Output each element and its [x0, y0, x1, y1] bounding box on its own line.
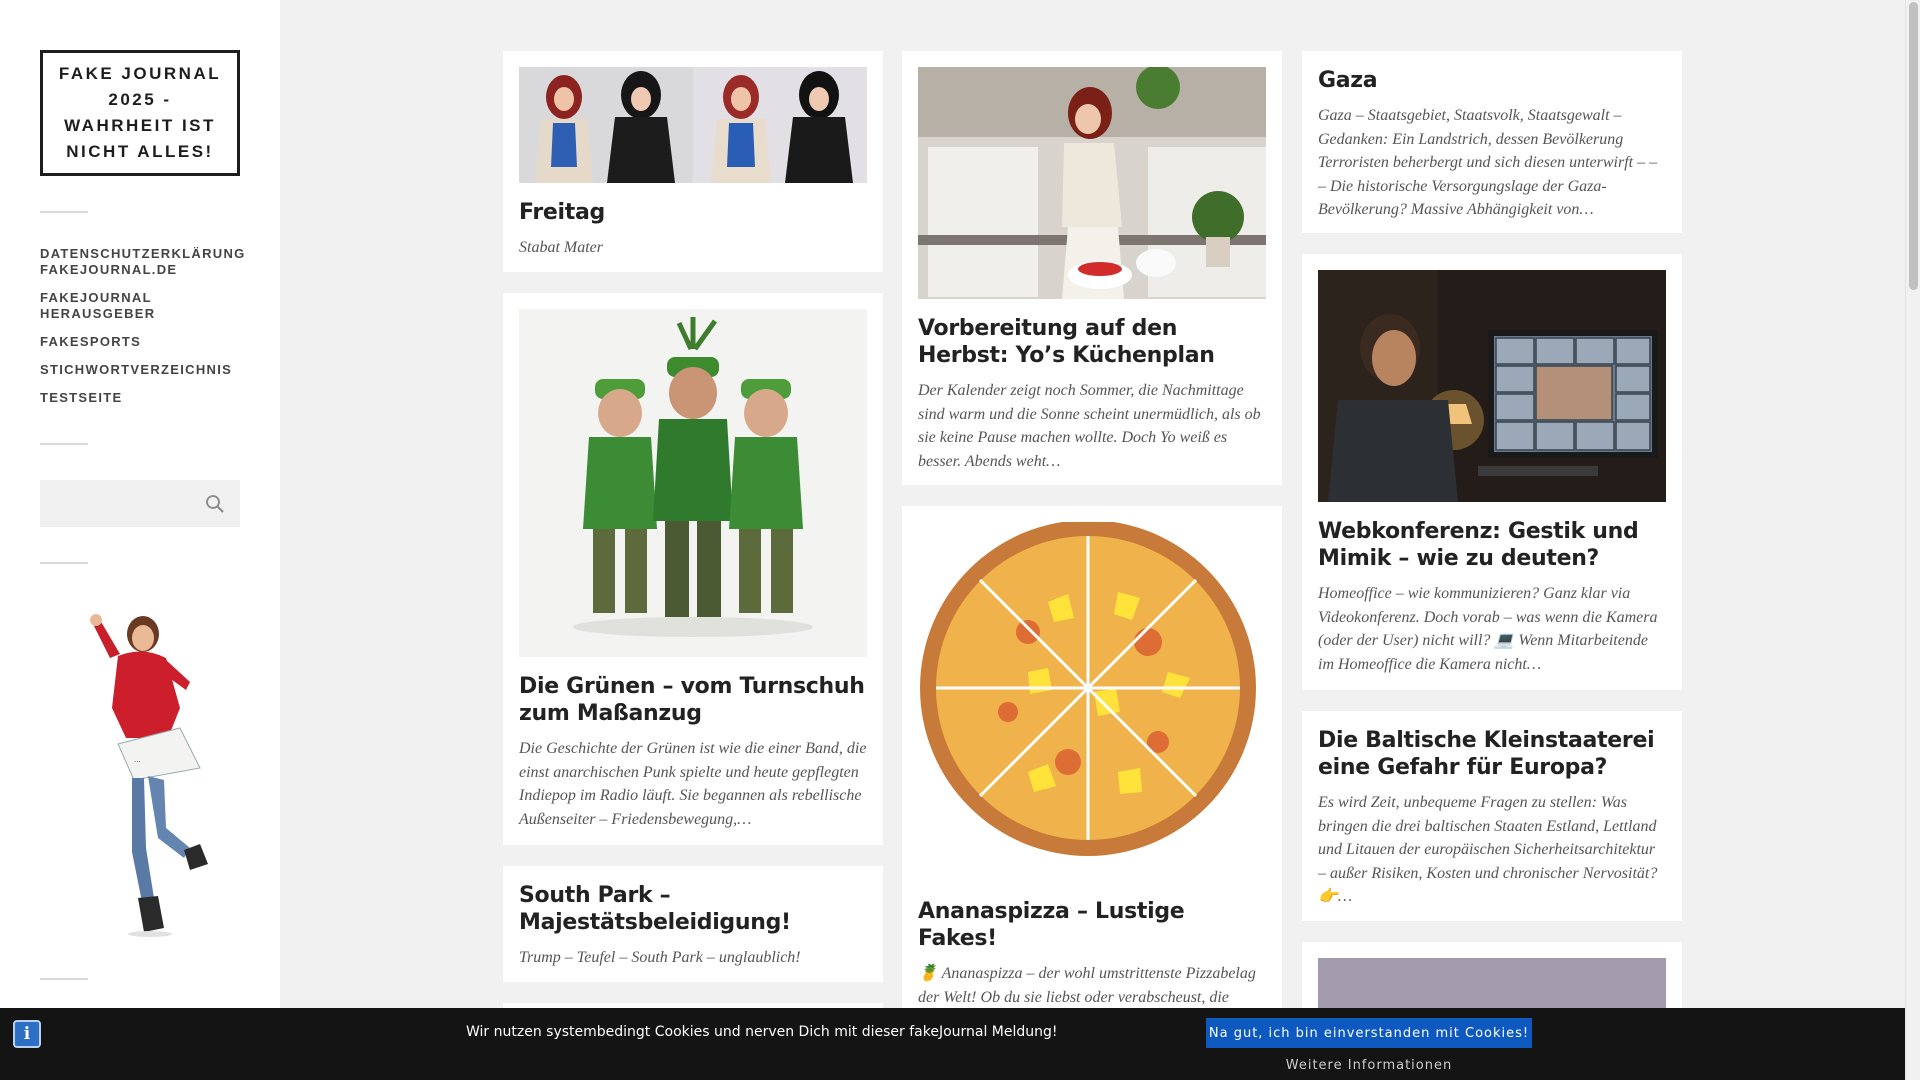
- sidebar: FAKE JOURNAL 2025 - WAHRHEIT IST NICHT A…: [0, 0, 280, 1080]
- main-menu: DATENSCHUTZERKLÄRUNG FAKEJOURNAL.DE FAKE…: [40, 246, 250, 418]
- post-thumbnail[interactable]: [918, 522, 1266, 882]
- cookie-message: Wir nutzen systembedingt Cookies und ner…: [466, 1024, 1058, 1040]
- post-excerpt: Stabat Mater: [519, 239, 603, 256]
- post-excerpt: Trump – Teufel – South Park – unglaublic…: [519, 949, 801, 966]
- post-title[interactable]: Webkonferenz: Gestik und Mimik – wie zu …: [1318, 518, 1666, 572]
- post-excerpt: Homeoffice – wie kommunizieren? Ganz kla…: [1318, 585, 1658, 673]
- search-icon: [206, 494, 224, 513]
- cookie-notice: i Wir nutzen systembedingt Cookies und n…: [0, 1008, 1905, 1080]
- post-card-herbst: Vorbereitung auf den Herbst: Yo’s Küchen…: [902, 51, 1282, 485]
- menu-item-fakesports[interactable]: FAKESPORTS: [40, 334, 250, 350]
- info-icon[interactable]: i: [13, 1020, 41, 1048]
- page-scrollbar[interactable]: [1905, 0, 1920, 1080]
- post-card-gaza: Gaza Gaza – Staatsgebiet, Staatsvolk, St…: [1302, 51, 1682, 233]
- post-title[interactable]: Ananaspizza – Lustige Fakes!: [918, 898, 1266, 952]
- post-title[interactable]: Die Grünen – vom Turnschuh zum Maßanzug: [519, 673, 867, 727]
- menu-item-herausgeber[interactable]: FAKEJOURNAL HERAUSGEBER: [40, 290, 250, 322]
- menu-item-datenschutz[interactable]: DATENSCHUTZERKLÄRUNG FAKEJOURNAL.DE: [40, 246, 250, 278]
- post-card-southpark: South Park – Majestätsbeleidigung! Trump…: [503, 866, 883, 982]
- post-thumbnail[interactable]: [1318, 270, 1666, 502]
- sidebar-photo: ...: [40, 598, 240, 940]
- post-card-pizza: Ananaspizza – Lustige Fakes! 🍍 Ananaspiz…: [902, 506, 1282, 1080]
- menu-item-testseite[interactable]: TESTSEITE: [40, 390, 250, 406]
- post-excerpt: Gaza – Staatsgebiet, Staatsvolk, Staatsg…: [1318, 107, 1658, 218]
- search-form: [40, 480, 240, 527]
- post-excerpt: Die Geschichte der Grünen ist wie die ei…: [519, 740, 867, 828]
- post-thumbnail[interactable]: [519, 309, 867, 657]
- search-input[interactable]: [40, 480, 190, 527]
- post-thumbnail[interactable]: [918, 67, 1266, 299]
- separator: [40, 443, 88, 445]
- site-title[interactable]: FAKE JOURNAL 2025 - WAHRHEIT IST NICHT A…: [40, 50, 240, 176]
- svg-text:...: ...: [134, 755, 141, 764]
- separator: [40, 562, 88, 564]
- post-title[interactable]: Freitag: [519, 199, 867, 226]
- post-title[interactable]: Gaza: [1318, 67, 1666, 94]
- post-title[interactable]: Die Baltische Kleinstaaterei eine Gefahr…: [1318, 727, 1666, 781]
- post-card-webkonferenz: Webkonferenz: Gestik und Mimik – wie zu …: [1302, 254, 1682, 690]
- menu-item-stichwortverzeichnis[interactable]: STICHWORTVERZEICHNIS: [40, 362, 250, 378]
- scrollbar-thumb[interactable]: [1909, 2, 1918, 290]
- separator: [40, 978, 88, 980]
- more-info-link[interactable]: Weitere Informationen: [1206, 1058, 1532, 1073]
- post-title[interactable]: South Park – Majestätsbeleidigung!: [519, 882, 867, 936]
- post-card-freitag: Freitag Stabat Mater: [503, 51, 883, 272]
- accept-cookies-button[interactable]: Na gut, ich bin einverstanden mit Cookie…: [1206, 1018, 1532, 1048]
- post-thumbnail[interactable]: [519, 67, 867, 183]
- post-excerpt: Der Kalender zeigt noch Sommer, die Nach…: [918, 382, 1261, 470]
- post-title[interactable]: Vorbereitung auf den Herbst: Yo’s Küchen…: [918, 315, 1266, 369]
- separator: [40, 211, 88, 213]
- post-excerpt: Es wird Zeit, unbequeme Fragen zu stelle…: [1318, 794, 1658, 905]
- post-card-baltisch: Die Baltische Kleinstaaterei eine Gefahr…: [1302, 711, 1682, 921]
- post-card-gruenen: Die Grünen – vom Turnschuh zum Maßanzug …: [503, 293, 883, 845]
- search-button[interactable]: [190, 480, 240, 527]
